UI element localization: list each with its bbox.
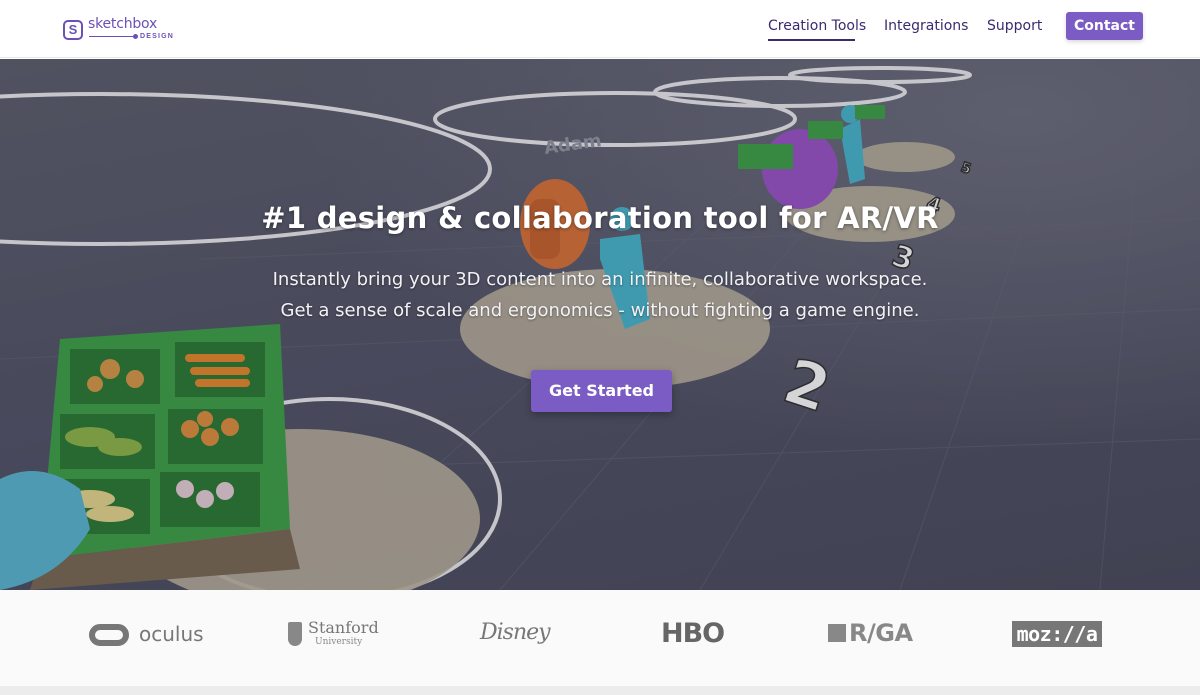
stanford-logo: Stanford University bbox=[288, 618, 379, 658]
logo-dot bbox=[133, 34, 138, 39]
oculus-logo: oculus bbox=[89, 618, 209, 658]
get-started-button[interactable]: Get Started bbox=[531, 370, 672, 412]
disney-logo: Disney bbox=[480, 618, 551, 658]
hbo-logo-text: HBO bbox=[661, 618, 725, 649]
hero-subtitle-line-2: Get a sense of scale and ergonomics - wi… bbox=[280, 300, 920, 321]
sketchbox-logo[interactable]: S sketchbox DESIGN bbox=[63, 16, 173, 44]
hero-section: 2 3 4 5 Adam #1 design & collaboration t… bbox=[0, 59, 1200, 590]
nav-link-creation-tools[interactable]: Creation Tools bbox=[768, 18, 866, 34]
hero-title: #1 design & collaboration tool for AR/VR bbox=[261, 201, 939, 235]
rga-logo: R/GA bbox=[828, 618, 928, 658]
hero-subtitle-line-1: Instantly bring your 3D content into an … bbox=[272, 269, 928, 290]
hero-dim-overlay bbox=[0, 59, 1200, 590]
footer-edge bbox=[0, 686, 1200, 695]
stanford-tree-icon bbox=[288, 622, 302, 646]
contact-button[interactable]: Contact bbox=[1066, 12, 1143, 40]
logo-underline bbox=[89, 36, 135, 37]
client-logos-strip: oculus Stanford University Disney HBO R/… bbox=[0, 590, 1200, 686]
nav-active-underline bbox=[768, 39, 855, 41]
rga-logo-text: R/GA bbox=[849, 619, 913, 647]
logo-wordmark: sketchbox bbox=[88, 16, 158, 32]
nav-link-integrations[interactable]: Integrations bbox=[884, 18, 968, 34]
oculus-mark-icon bbox=[89, 624, 129, 646]
stanford-logo-sub: University bbox=[315, 637, 363, 647]
mozilla-logo: moz://a bbox=[1012, 618, 1104, 658]
hbo-logo: HBO bbox=[661, 618, 731, 658]
rga-square-icon bbox=[828, 624, 846, 642]
logo-subtitle: DESIGN bbox=[140, 33, 175, 40]
oculus-logo-text: oculus bbox=[139, 622, 204, 646]
site-header: S sketchbox DESIGN Creation Tools Integr… bbox=[0, 0, 1200, 58]
stanford-logo-name: Stanford bbox=[308, 618, 379, 637]
logo-badge-icon: S bbox=[63, 20, 83, 40]
mozilla-logo-text: moz://a bbox=[1012, 621, 1102, 647]
nav-link-support[interactable]: Support bbox=[987, 18, 1042, 34]
disney-logo-text: Disney bbox=[480, 620, 551, 645]
